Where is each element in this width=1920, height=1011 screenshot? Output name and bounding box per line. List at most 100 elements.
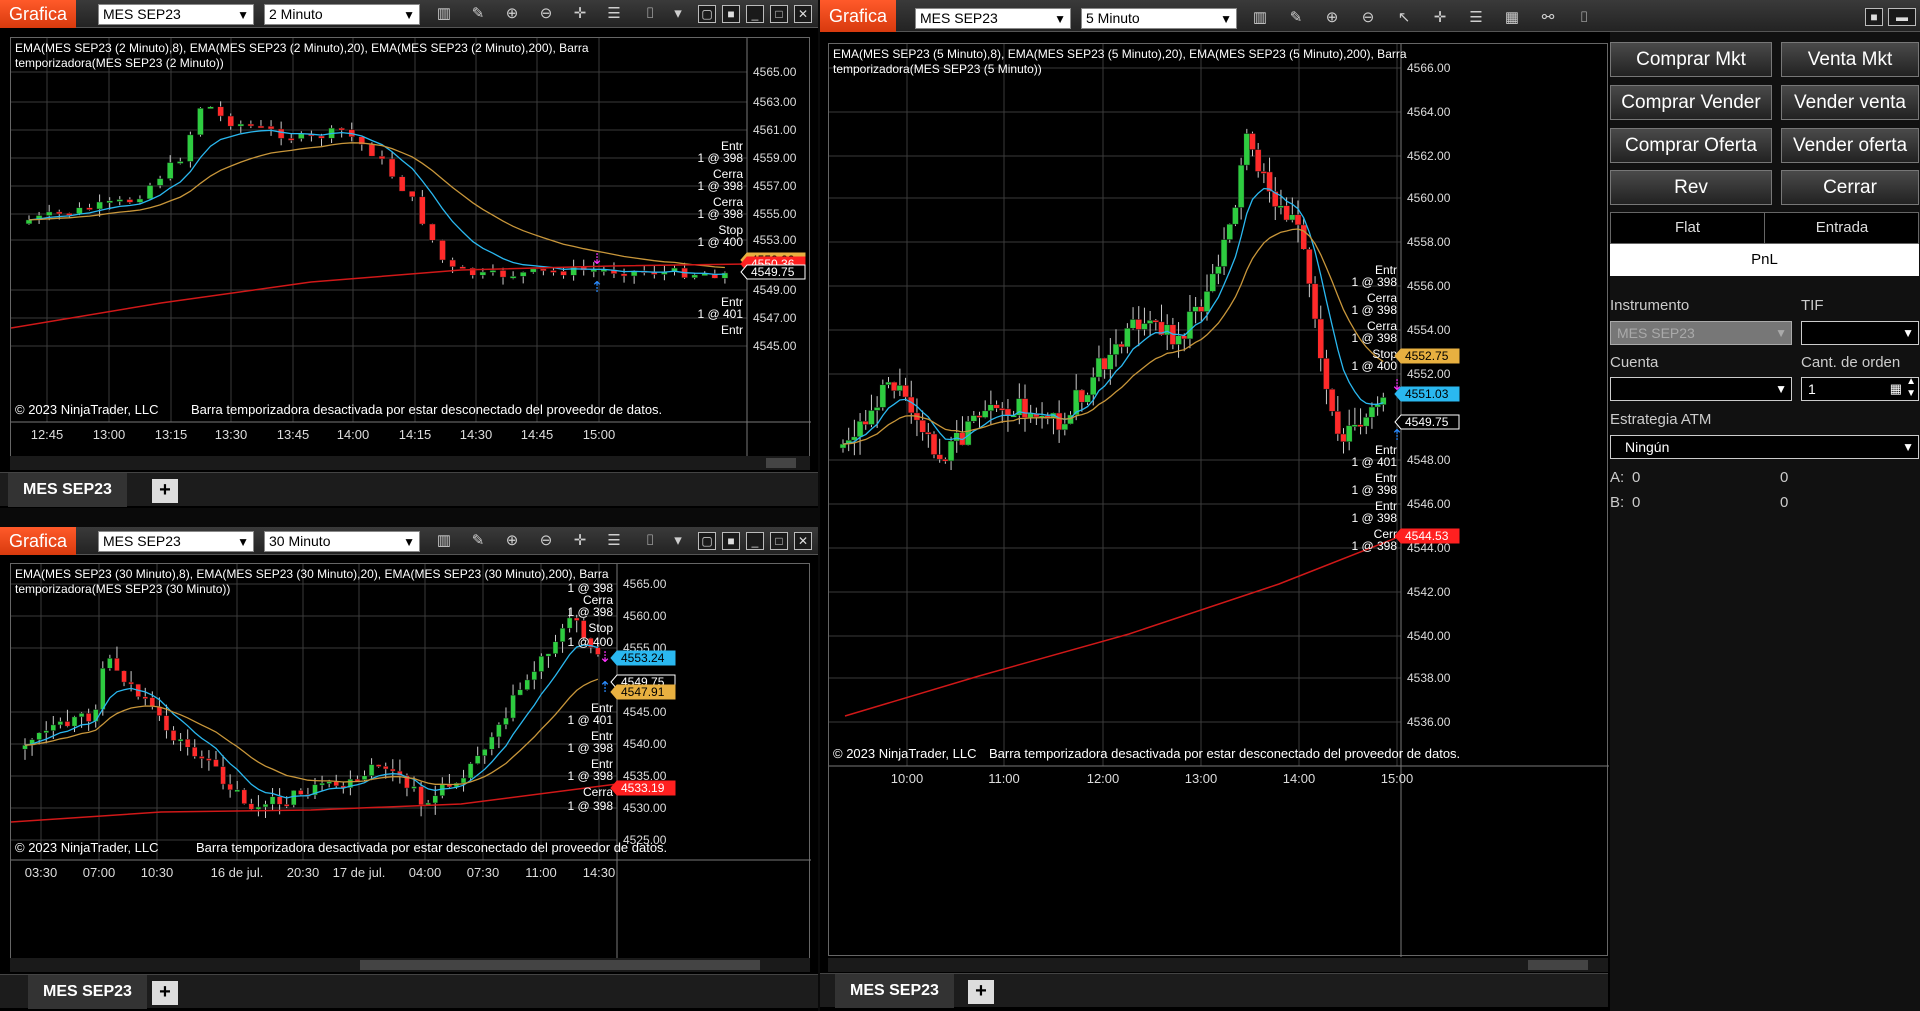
order-label: 1 @ 398 [567,799,613,813]
y-tick-label: 4565.00 [623,577,667,591]
candle [277,128,285,139]
disconnected-notice: Barra temporizadora desactivada por esta… [196,840,667,855]
candle [524,679,530,690]
horizontal-scrollbar[interactable] [10,958,810,972]
close-position-button[interactable]: Cerrar [1781,170,1919,205]
maximize-icon[interactable]: □ [770,5,788,23]
instrument-field[interactable]: MES SEP23 ▼ [1610,321,1792,345]
buy-bid-button[interactable]: Comprar Vender [1610,85,1772,120]
tile-icon[interactable]: ■ [722,532,740,550]
buy-offer-button[interactable]: Comprar Oferta [1610,128,1772,163]
sell-offer-button[interactable]: Vender oferta [1781,128,1919,163]
strategy-icon[interactable]: ⌷ [1574,8,1594,28]
close-icon[interactable]: ✕ [794,5,812,23]
restore-icon[interactable]: ▢ [698,5,716,23]
crosshair-icon[interactable]: ✛ [570,4,590,24]
sell-market-button[interactable]: Venta Mkt [1781,42,1919,77]
properties-icon[interactable]: ☰ [604,4,624,24]
crosshair-icon[interactable]: ✛ [1430,8,1450,28]
properties-icon[interactable]: ☰ [604,531,624,551]
horizontal-scrollbar[interactable] [10,456,810,470]
spinner-icon[interactable]: ▲ ▼ [1906,376,1916,400]
zoom-out-icon[interactable]: ⊖ [536,531,556,551]
candle [1323,358,1330,390]
minimize-icon[interactable]: _ [746,5,764,23]
price-chart[interactable]: 4566.00 4564.00 4562.00 4560.00 4558.00 4556.… [829,44,1609,957]
maximize-icon[interactable]: □ [770,532,788,550]
restore-icon[interactable]: ▢ [698,532,716,550]
tab-instrument[interactable]: MES SEP23 [28,975,147,1009]
strategy-icon[interactable]: ⌷ [640,531,660,551]
pencil-icon[interactable]: ✎ [468,4,488,24]
candle [206,758,212,761]
instrument-select[interactable]: MES SEP23 ▼ [98,531,254,552]
scroll-thumb[interactable] [1528,960,1588,970]
close-icon[interactable]: ✕ [794,532,812,550]
bar-type-icon[interactable]: ▥ [434,4,454,24]
chart-area[interactable]: 4565.00 4560.00 4555.00 4545.00 4540.00 4535.… [10,563,811,964]
chart-area[interactable]: 4565.00 4563.00 4561.00 4559.00 4557.00 4555.… [10,37,811,460]
instrument-select[interactable]: MES SEP23 ▼ [915,8,1071,29]
tab-instrument[interactable]: MES SEP23 [835,974,954,1008]
tile-icon[interactable]: ■ [722,5,740,23]
add-tab-button[interactable]: + [152,981,178,1005]
y-tick-label: 4555.00 [753,207,797,221]
order-label: Cerra [583,785,613,799]
strategy-icon[interactable]: ⌷ [640,4,660,24]
minimize-icon[interactable]: _ [746,532,764,550]
indicator-icon[interactable]: ⚯ [1538,8,1558,28]
data-box-icon[interactable]: ▦ [1502,8,1522,28]
quantity-stepper[interactable]: 1 ▦ ▲ ▼ [1801,376,1919,401]
buy-market-button[interactable]: Comprar Mkt [1610,42,1772,77]
candle [1095,357,1103,378]
price-chart[interactable]: 4565.004560.004555.004545.004540.004535.… [11,564,811,964]
crosshair-icon[interactable]: ✛ [570,531,590,551]
interval-select[interactable]: 2 Minuto ▼ [264,4,420,25]
buy-arrow-icon: ⇡ [599,679,612,696]
zoom-in-icon[interactable]: ⊕ [1322,8,1342,28]
horizontal-scrollbar[interactable] [828,958,1608,972]
x-tick-label: 14:15 [399,427,432,442]
buy-arrow-icon: ⇡ [591,279,604,296]
add-tab-button[interactable]: + [152,479,178,503]
pencil-icon[interactable]: ✎ [1286,8,1306,28]
zoom-in-icon[interactable]: ⊕ [502,4,522,24]
zoom-out-icon[interactable]: ⊖ [1358,8,1378,28]
instrument-select[interactable]: MES SEP23 ▼ [98,4,254,25]
candle [1135,319,1142,330]
add-tab-button[interactable]: + [968,980,994,1004]
scroll-thumb[interactable] [766,458,796,468]
b-value-1: 0 [1632,494,1641,511]
candle [1368,406,1376,418]
price-chart[interactable]: 4565.00 4563.00 4561.00 4559.00 4557.00 4555.… [11,38,811,460]
candle [1357,424,1364,427]
position-flat: Flat [1611,213,1765,243]
interval-select[interactable]: 30 Minuto ▼ [264,531,420,552]
chart-area[interactable]: 4566.00 4564.00 4562.00 4560.00 4558.00 4556.… [828,43,1609,957]
dropdown-icon[interactable]: ▾ [668,531,688,551]
tif-select[interactable]: ▼ [1801,321,1919,345]
candle [255,806,262,810]
pencil-icon[interactable]: ✎ [468,531,488,551]
reverse-button[interactable]: Rev [1610,170,1772,205]
dropdown-icon[interactable]: ▾ [668,4,688,24]
scroll-thumb[interactable] [360,960,760,970]
zoom-out-icon[interactable]: ⊖ [536,4,556,24]
pointer-icon[interactable]: ↖ [1394,8,1414,28]
tile-icon[interactable]: ■ [1865,8,1883,26]
sell-ask-button[interactable]: Vender venta [1781,85,1919,120]
keypad-icon[interactable]: ▦ [1890,378,1902,400]
minimize-icon[interactable]: ▬ [1888,8,1916,26]
bar-type-icon[interactable]: ▥ [434,531,454,551]
tab-instrument[interactable]: MES SEP23 [8,473,127,507]
bar-type-icon[interactable]: ▥ [1250,8,1270,28]
candle [333,781,339,787]
candle [207,106,214,110]
properties-icon[interactable]: ☰ [1466,8,1486,28]
account-select[interactable]: ▼ [1610,377,1792,401]
zoom-in-icon[interactable]: ⊕ [502,531,522,551]
tab-bar: MES SEP23 + [0,974,818,1009]
atm-select[interactable]: Ningún ▼ [1610,435,1919,459]
interval-select[interactable]: 5 Minuto ▼ [1081,8,1237,29]
candle [1192,306,1199,312]
